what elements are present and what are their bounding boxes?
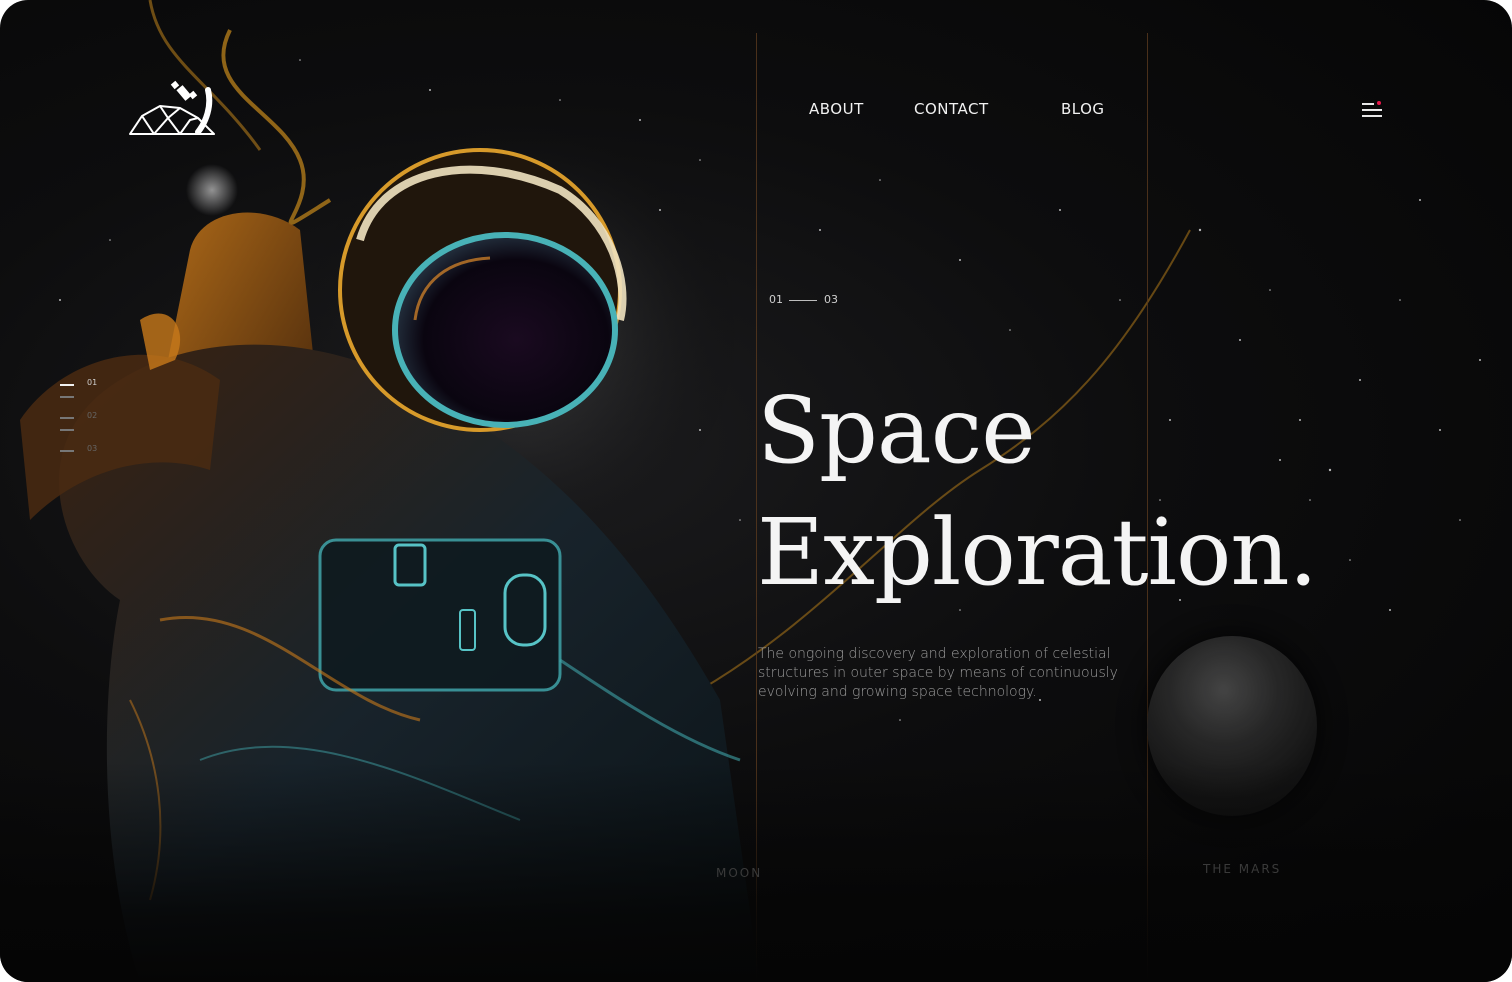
- slide-tick: [60, 450, 74, 452]
- nav-contact-link[interactable]: CONTACT: [914, 100, 989, 118]
- slide-number: 01: [87, 378, 98, 387]
- notification-dot-icon: [1377, 101, 1381, 105]
- hero-description: The ongoing discovery and exploration of…: [758, 646, 1118, 700]
- slide-tick: [60, 384, 74, 386]
- hamburger-menu-icon[interactable]: [1360, 98, 1384, 120]
- slide-tick: [60, 396, 74, 398]
- menu-bar-middle: [1362, 109, 1382, 111]
- mars-card-label[interactable]: THE MARS: [1203, 862, 1281, 876]
- slide-item-spacer-a: [60, 395, 120, 403]
- menu-bar-bottom: [1362, 115, 1382, 117]
- slide-number: 02: [87, 411, 98, 420]
- slide-item-01[interactable]: 01: [60, 378, 120, 392]
- hero-title-line-1: Space: [757, 377, 1036, 484]
- hero-title: Space Exploration.: [757, 370, 1318, 614]
- slide-item-02[interactable]: 02: [60, 411, 120, 425]
- page-frame: MOON THE MARS ABOUT CONTACT BLOG 01 02 0…: [0, 0, 1512, 982]
- slide-number: 03: [87, 444, 98, 453]
- slide-item-03[interactable]: 03: [60, 444, 120, 458]
- counter-divider-line: [789, 300, 817, 301]
- menu-bar-top: [1362, 103, 1374, 105]
- moon-card-label[interactable]: MOON: [716, 866, 762, 880]
- nav-about-link[interactable]: ABOUT: [809, 100, 864, 118]
- counter-current: 01: [769, 293, 783, 306]
- slide-tick: [60, 417, 74, 419]
- counter-total: 03: [824, 293, 838, 306]
- slide-tick: [60, 429, 74, 431]
- slide-counter: 01 03: [769, 293, 838, 306]
- hero-title-line-2: Exploration.: [757, 499, 1318, 606]
- slide-item-spacer-b: [60, 428, 120, 436]
- nav-blog-link[interactable]: BLOG: [1061, 100, 1105, 118]
- satellite-dome-logo-icon[interactable]: [128, 78, 218, 138]
